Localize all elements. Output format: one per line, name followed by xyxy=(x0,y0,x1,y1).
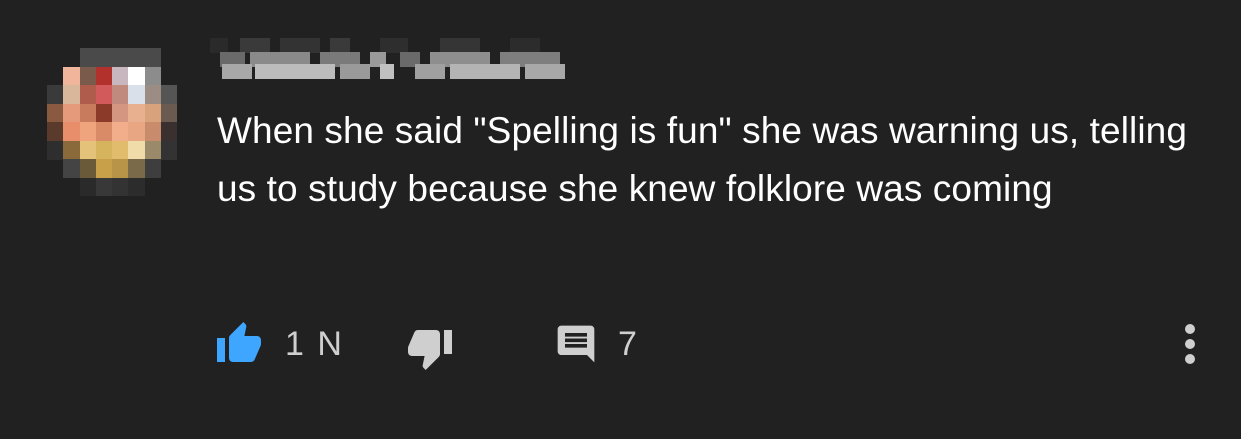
avatar-pixel xyxy=(112,48,129,67)
avatar-pixel xyxy=(95,85,113,104)
author-name-pixel xyxy=(450,64,520,79)
avatar-pixel xyxy=(63,66,80,86)
avatar-pixel xyxy=(79,48,97,67)
avatar-pixel xyxy=(160,140,177,160)
author-name-pixel xyxy=(510,38,540,53)
author-name[interactable] xyxy=(210,38,570,83)
avatar-pixel xyxy=(112,103,129,123)
avatar-pixel xyxy=(47,103,64,123)
avatar-pixel xyxy=(47,85,64,104)
avatar-pixel xyxy=(128,122,145,141)
avatar-pixel xyxy=(144,122,162,141)
avatar-pixel xyxy=(79,140,97,160)
avatar-pixel xyxy=(79,85,97,104)
reply-button[interactable]: 7 xyxy=(554,318,639,370)
avatar-pixel xyxy=(160,103,177,123)
avatar-pixel xyxy=(95,103,113,123)
avatar-pixel xyxy=(79,103,97,123)
author-name-pixel xyxy=(525,64,565,79)
avatar-pixel xyxy=(112,122,129,141)
avatar-pixel xyxy=(79,66,97,86)
dislike-button[interactable] xyxy=(406,322,454,374)
avatar-pixel xyxy=(128,103,145,123)
avatar-pixel xyxy=(63,103,80,123)
reply-count: 7 xyxy=(618,324,639,363)
avatar-pixel xyxy=(112,140,129,160)
author-name-pixel xyxy=(330,38,350,53)
author-name-pixel xyxy=(440,38,480,53)
avatar-pixel xyxy=(128,140,145,160)
avatar-pixel xyxy=(128,177,145,196)
comment-thread: When she said "Spelling is fun" she was … xyxy=(0,0,1241,439)
more-options-button[interactable] xyxy=(1170,318,1210,370)
avatar-pixel xyxy=(95,140,113,160)
avatar-pixel xyxy=(79,122,97,141)
comment-icon xyxy=(554,322,598,366)
author-name-pixel xyxy=(280,38,320,53)
avatar-pixel xyxy=(95,48,113,67)
avatar-pixel xyxy=(144,140,162,160)
thumbs-up-icon xyxy=(215,320,263,368)
avatar-pixel xyxy=(144,66,162,86)
avatar-pixel xyxy=(95,159,113,178)
avatar-pixel xyxy=(160,122,177,141)
avatar-pixel xyxy=(128,66,145,86)
comment-text: When she said "Spelling is fun" she was … xyxy=(217,110,1188,209)
avatar-pixel xyxy=(95,66,113,86)
avatar-pixel xyxy=(112,159,129,178)
avatar-pixel xyxy=(112,66,129,86)
avatar-pixel xyxy=(95,177,113,196)
avatar-pixel xyxy=(112,85,129,104)
avatar-pixel xyxy=(95,122,113,141)
avatar-pixel xyxy=(79,159,97,178)
author-name-pixel xyxy=(380,38,408,53)
avatar-pixel xyxy=(47,140,64,160)
avatar-pixel xyxy=(63,85,80,104)
avatar-pixel xyxy=(144,159,162,178)
author-name-pixel xyxy=(255,64,335,79)
like-count: 1 N xyxy=(285,324,344,363)
author-name-pixel xyxy=(380,64,394,79)
author-name-pixel xyxy=(222,64,252,79)
author-name-pixel xyxy=(210,38,228,53)
avatar-pixel xyxy=(63,140,80,160)
author-name-pixel xyxy=(415,64,445,79)
avatar-pixel xyxy=(144,48,162,67)
avatar[interactable] xyxy=(47,48,177,196)
avatar-pixel xyxy=(47,122,64,141)
author-name-pixel xyxy=(240,38,270,53)
avatar-pixel xyxy=(128,159,145,178)
avatar-pixel xyxy=(128,48,145,67)
avatar-pixel xyxy=(160,85,177,104)
like-button[interactable]: 1 N xyxy=(215,318,344,370)
thumbs-down-icon xyxy=(406,324,454,372)
avatar-pixel xyxy=(144,103,162,123)
avatar-pixel xyxy=(63,122,80,141)
comment-actions: 1 N 7 xyxy=(0,318,1241,374)
author-name-pixel xyxy=(340,64,370,79)
more-vertical-icon xyxy=(1183,321,1197,367)
avatar-pixel xyxy=(144,85,162,104)
avatar-pixel xyxy=(79,177,97,196)
avatar-pixel xyxy=(128,85,145,104)
avatar-pixel xyxy=(63,159,80,178)
avatar-pixel xyxy=(112,177,129,196)
